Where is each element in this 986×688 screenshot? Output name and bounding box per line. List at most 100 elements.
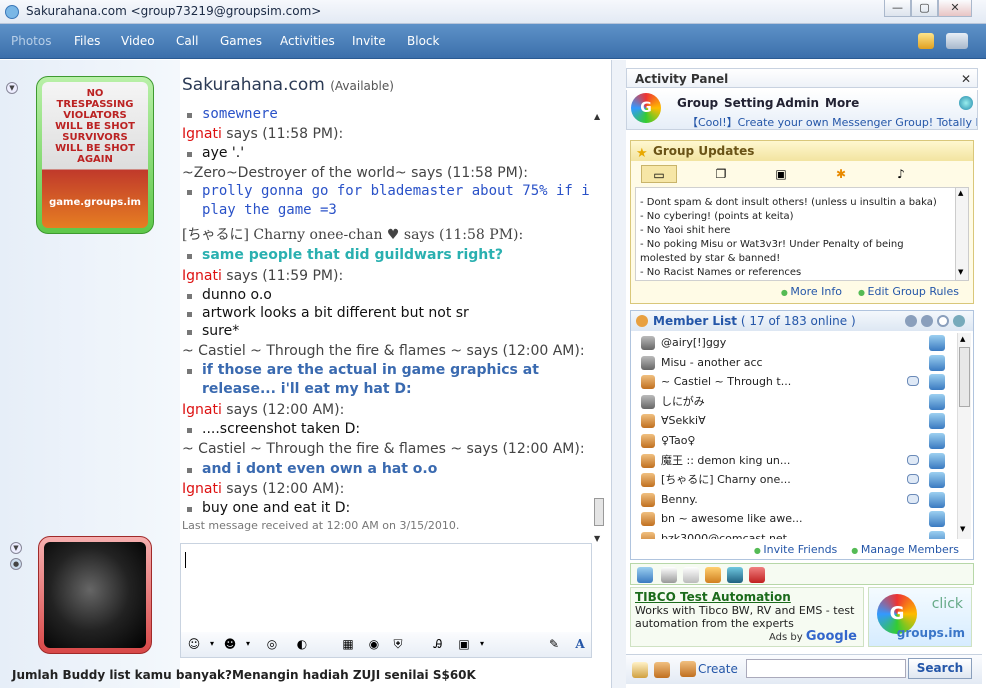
menu-admin[interactable]: Admin xyxy=(776,96,819,110)
member-action-icon[interactable] xyxy=(929,452,945,469)
menu-games[interactable]: Games xyxy=(220,34,262,48)
chat-bubble-icon[interactable] xyxy=(907,474,919,485)
member-action-icon[interactable] xyxy=(929,531,945,539)
menu-group[interactable]: Group xyxy=(677,96,718,110)
voice-clip-icon[interactable]: ◐ xyxy=(293,636,311,652)
member-row[interactable]: bn ~ awesome like awe... xyxy=(631,509,955,529)
member-row[interactable]: しにがみ xyxy=(631,392,955,412)
handwriting-icon[interactable]: ◉ xyxy=(365,636,383,652)
emoticon-dropdown-icon[interactable]: ▾ xyxy=(203,636,221,652)
next-page-icon[interactable] xyxy=(921,315,933,327)
menu-video[interactable]: Video xyxy=(121,34,155,48)
menu-photos[interactable]: Photos xyxy=(11,34,51,48)
app-notes-icon[interactable] xyxy=(683,567,699,583)
menu-activities[interactable]: Activities xyxy=(280,34,335,48)
create-button[interactable]: Create xyxy=(678,659,742,679)
refresh-icon[interactable] xyxy=(953,315,965,327)
shield-icon[interactable]: ⛨ xyxy=(389,636,407,652)
font-icon[interactable]: A xyxy=(571,636,589,652)
home-icon[interactable] xyxy=(632,662,648,678)
collapse-contact-icon[interactable]: ▼ xyxy=(6,82,18,94)
tab-audio-icon[interactable]: ♪ xyxy=(883,165,919,183)
group-rules-text[interactable]: - Dont spam & dont insult others! (unles… xyxy=(635,187,957,281)
menu-more[interactable]: More xyxy=(825,96,859,110)
pane-splitter[interactable] xyxy=(611,60,626,688)
member-row[interactable]: ~ Castiel ~ Through t... xyxy=(631,372,955,392)
rules-scrollbar[interactable]: ▲ ▼ xyxy=(955,187,969,281)
sender-name[interactable]: Ignati xyxy=(182,268,222,284)
member-action-icon[interactable] xyxy=(929,335,945,351)
member-action-icon[interactable] xyxy=(929,393,945,410)
minimize-button[interactable]: — xyxy=(884,0,911,17)
send-file-dropdown-icon[interactable]: ▾ xyxy=(473,636,491,652)
member-row[interactable]: ∀Sekki∀ xyxy=(631,411,955,431)
layout-menu-icon[interactable] xyxy=(946,33,968,49)
app-games-icon[interactable] xyxy=(705,567,721,583)
chat-bubble-icon[interactable] xyxy=(907,376,919,387)
people-icon[interactable] xyxy=(654,662,670,678)
tab-notes-icon[interactable]: ▭ xyxy=(641,165,677,183)
member-action-icon[interactable] xyxy=(929,491,945,508)
member-list-scrollbar[interactable]: ▲ ▼ xyxy=(957,333,971,539)
sender-name[interactable]: Ignati xyxy=(182,126,222,142)
font-size-icon[interactable]: Ꭿ xyxy=(429,636,447,652)
close-window-button[interactable]: ✕ xyxy=(938,0,972,17)
send-file-icon[interactable]: ▣ xyxy=(455,636,473,652)
search-button[interactable]: Search xyxy=(908,658,972,679)
member-row[interactable]: bzk3000@comcast.net xyxy=(631,529,955,539)
member-action-icon[interactable] xyxy=(929,374,945,391)
emoticon-icon[interactable]: ☺ xyxy=(185,636,203,652)
member-row[interactable]: Misu - another acc xyxy=(631,353,955,373)
webcam-icon[interactable]: ● xyxy=(10,558,22,570)
app-chat-icon[interactable] xyxy=(637,567,653,583)
chat-bubble-icon[interactable] xyxy=(907,493,919,504)
tab-photos-icon[interactable]: ▣ xyxy=(763,165,799,183)
more-info-link[interactable]: More Info xyxy=(781,285,842,298)
app-gift-icon[interactable] xyxy=(749,567,765,583)
sender-name[interactable]: Ignati xyxy=(182,481,222,497)
tab-pages-icon[interactable]: ❐ xyxy=(703,165,739,183)
member-action-icon[interactable] xyxy=(929,511,945,528)
member-action-icon[interactable] xyxy=(929,413,945,430)
edit-group-rules-link[interactable]: Edit Group Rules xyxy=(858,285,959,298)
nudge-icon[interactable]: ◎ xyxy=(263,636,281,652)
member-row[interactable]: Benny. xyxy=(631,490,955,510)
search-input[interactable] xyxy=(746,659,906,678)
self-avatar[interactable] xyxy=(38,536,152,654)
background-icon[interactable]: ▦ xyxy=(339,636,357,652)
text-ad[interactable]: TIBCO Test Automation Works with Tibco B… xyxy=(630,587,864,647)
message-input[interactable] xyxy=(180,543,592,633)
tab-events-icon[interactable]: ✱ xyxy=(823,165,859,183)
maximize-button[interactable]: ▢ xyxy=(911,0,938,17)
menu-call[interactable]: Call xyxy=(176,34,198,48)
menu-block[interactable]: Block xyxy=(407,34,439,48)
promo-link[interactable]: 【Cool!】Create your own Messenger Group! … xyxy=(687,114,977,130)
chat-scrollbar[interactable]: ▲ ▼ xyxy=(592,110,606,543)
menu-invite[interactable]: Invite xyxy=(352,34,386,48)
wink-dropdown-icon[interactable]: ▾ xyxy=(239,636,257,652)
collapse-self-icon[interactable]: ▼ xyxy=(10,542,22,554)
close-panel-icon[interactable]: ✕ xyxy=(961,69,971,89)
contact-avatar[interactable]: NO TRESPASSING VIOLATORS WILL BE SHOT SU… xyxy=(36,76,154,234)
groups-badge[interactable]: G click groups.im xyxy=(868,587,972,647)
pen-icon[interactable]: ✎ xyxy=(545,636,563,652)
member-row[interactable]: [ちゃるに] Charny one... xyxy=(631,470,955,490)
manage-members-link[interactable]: Manage Members xyxy=(851,543,959,556)
invite-friends-link[interactable]: Invite Friends xyxy=(754,543,837,556)
app-mask-icon[interactable] xyxy=(727,567,743,583)
member-action-icon[interactable] xyxy=(929,472,945,489)
member-action-icon[interactable] xyxy=(929,354,945,371)
chat-history[interactable]: somewnere Ignati says (11:58 PM): aye '.' ~… xyxy=(182,106,592,520)
chat-bubble-icon[interactable] xyxy=(907,454,919,465)
footer-ad-link[interactable]: Jumlah Buddy list kamu banyak?Menangin h… xyxy=(12,668,476,682)
search-members-icon[interactable] xyxy=(937,315,949,327)
sender-name[interactable]: Ignati xyxy=(182,402,222,418)
emoticon-menu-icon[interactable] xyxy=(918,33,934,49)
member-row[interactable]: @airy[!]ggy xyxy=(631,333,955,353)
ads-by-google[interactable]: Ads by Google xyxy=(769,629,857,644)
app-calendar-icon[interactable] xyxy=(661,567,677,583)
prev-page-icon[interactable] xyxy=(905,315,917,327)
ad-title[interactable]: TIBCO Test Automation xyxy=(635,590,859,604)
menu-files[interactable]: Files xyxy=(74,34,100,48)
member-row[interactable]: ♀Tao♀ xyxy=(631,431,955,451)
